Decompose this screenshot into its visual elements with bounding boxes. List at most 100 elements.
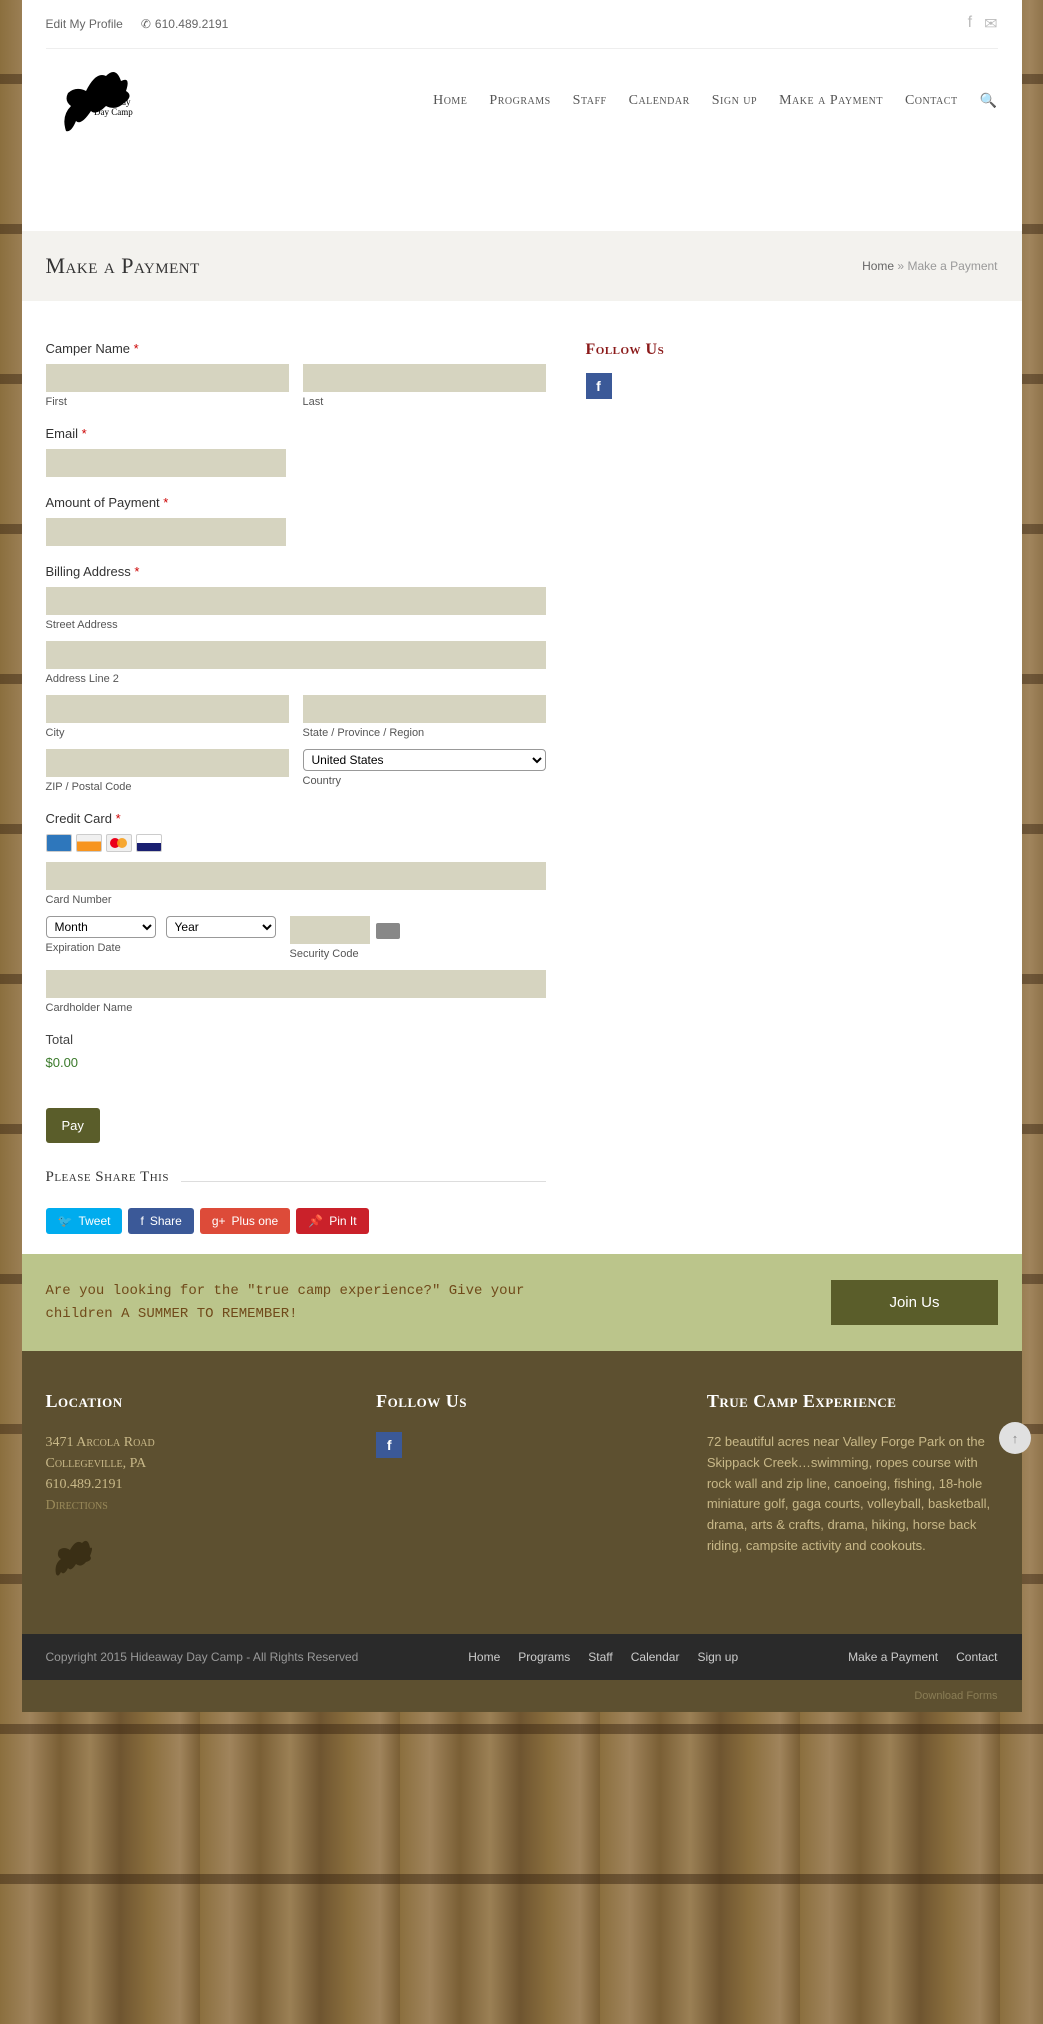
- nav-make-payment[interactable]: Make a Payment: [779, 93, 883, 109]
- scroll-top-button[interactable]: ↑: [999, 1422, 1031, 1454]
- footer-exp-title: True Camp Experience: [707, 1391, 998, 1412]
- facebook-icon[interactable]: f: [968, 14, 972, 34]
- card-number-input[interactable]: [46, 862, 546, 890]
- nav-home[interactable]: Home: [433, 93, 467, 109]
- footer-addr1: 3471 Arcola Road: [46, 1432, 337, 1453]
- nav-programs[interactable]: Programs: [489, 93, 550, 109]
- main-nav: Home Programs Staff Calendar Sign up Mak…: [433, 93, 997, 110]
- cc-label: Credit Card *: [46, 811, 546, 826]
- city-input[interactable]: [46, 695, 289, 723]
- payment-form: Camper Name * First Last Email *: [46, 341, 546, 1234]
- footer-logo: [46, 1534, 96, 1584]
- topbar: Edit My Profile 610.489.2191 f ✉: [46, 0, 998, 49]
- bottom-link-signup[interactable]: Sign up: [697, 1650, 738, 1664]
- nav-signup[interactable]: Sign up: [712, 93, 757, 109]
- visa-icon: [136, 834, 162, 852]
- copyright: Copyright 2015 Hideaway Day Camp - All R…: [46, 1650, 359, 1664]
- nav-calendar[interactable]: Calendar: [629, 93, 690, 109]
- state-sublabel: State / Province / Region: [303, 727, 546, 739]
- edit-profile-link[interactable]: Edit My Profile: [46, 17, 123, 31]
- line2-sublabel: Address Line 2: [46, 673, 546, 685]
- exp-sublabel: Expiration Date: [46, 942, 276, 954]
- camper-name-label: Camper Name *: [46, 341, 546, 356]
- bottom-link-calendar[interactable]: Calendar: [631, 1650, 680, 1664]
- email-input[interactable]: [46, 449, 286, 477]
- plusone-button[interactable]: g+ Plus one: [200, 1208, 290, 1234]
- svg-text:Day Camp: Day Camp: [94, 107, 133, 117]
- line2-input[interactable]: [46, 641, 546, 669]
- breadcrumb-home[interactable]: Home: [862, 259, 894, 273]
- header: Hideaway Day Camp Home Programs Staff Ca…: [22, 49, 1022, 231]
- bottom-bar: Copyright 2015 Hideaway Day Camp - All R…: [22, 1634, 1022, 1680]
- phone-number: 610.489.2191: [141, 17, 228, 31]
- svg-text:Hideaway: Hideaway: [94, 97, 131, 107]
- bottom-link-programs[interactable]: Programs: [518, 1650, 570, 1664]
- first-sublabel: First: [46, 396, 289, 408]
- footer-exp-text: 72 beautiful acres near Valley Forge Par…: [707, 1432, 998, 1557]
- exp-month-select[interactable]: Month: [46, 916, 156, 938]
- country-sublabel: Country: [303, 775, 546, 787]
- discover-icon: [76, 834, 102, 852]
- bottom-link-home[interactable]: Home: [468, 1650, 500, 1664]
- cta-bar: Are you looking for the "true camp exper…: [22, 1254, 1022, 1351]
- security-code-input[interactable]: [290, 916, 370, 944]
- billing-label: Billing Address *: [46, 564, 546, 579]
- sidebar: Follow Us f: [586, 341, 766, 1234]
- pay-button[interactable]: Pay: [46, 1108, 100, 1143]
- bottom-sub: Download Forms: [22, 1680, 1022, 1712]
- breadcrumb: Home » Make a Payment: [862, 259, 997, 273]
- cardholder-sublabel: Cardholder Name: [46, 1002, 546, 1014]
- join-us-button[interactable]: Join Us: [831, 1280, 997, 1325]
- search-icon[interactable]: 🔍: [980, 93, 998, 110]
- first-name-input[interactable]: [46, 364, 289, 392]
- cta-text: Are you looking for the "true camp exper…: [46, 1280, 586, 1325]
- street-sublabel: Street Address: [46, 619, 546, 631]
- last-sublabel: Last: [303, 396, 546, 408]
- tweet-button[interactable]: 🐦 Tweet: [46, 1208, 123, 1234]
- mastercard-icon: [106, 834, 132, 852]
- share-button[interactable]: f Share: [128, 1208, 193, 1234]
- sec-sublabel: Security Code: [290, 948, 400, 960]
- card-number-sublabel: Card Number: [46, 894, 546, 906]
- last-name-input[interactable]: [303, 364, 546, 392]
- cvv-icon: [376, 923, 400, 939]
- sidebar-follow-title: Follow Us: [586, 341, 766, 359]
- pinit-button[interactable]: 📌 Pin It: [296, 1208, 368, 1234]
- footer-addr2: Collegeville, PA: [46, 1453, 337, 1474]
- state-input[interactable]: [303, 695, 546, 723]
- amount-label: Amount of Payment *: [46, 495, 546, 510]
- bottom-links-right: Make a Payment Contact: [848, 1650, 997, 1664]
- country-select[interactable]: United States: [303, 749, 546, 771]
- nav-contact[interactable]: Contact: [905, 93, 958, 109]
- nav-staff[interactable]: Staff: [573, 93, 607, 109]
- share-title: Please Share This: [46, 1169, 169, 1194]
- zip-input[interactable]: [46, 749, 289, 777]
- footer-phone: 610.489.2191: [46, 1474, 337, 1495]
- card-icons: [46, 834, 546, 852]
- footer-directions-link[interactable]: Directions: [46, 1495, 337, 1516]
- page-title: Make a Payment: [46, 253, 200, 279]
- bottom-links-center: Home Programs Staff Calendar Sign up: [468, 1650, 738, 1664]
- sidebar-facebook-button[interactable]: f: [586, 373, 612, 399]
- zip-sublabel: ZIP / Postal Code: [46, 781, 289, 793]
- amount-input[interactable]: [46, 518, 286, 546]
- footer-location-title: Location: [46, 1391, 337, 1412]
- footer-facebook-button[interactable]: f: [376, 1432, 402, 1458]
- exp-year-select[interactable]: Year: [166, 916, 276, 938]
- cardholder-input[interactable]: [46, 970, 546, 998]
- bottom-link-payment[interactable]: Make a Payment: [848, 1650, 938, 1664]
- breadcrumb-current: Make a Payment: [907, 259, 997, 273]
- email-icon[interactable]: ✉: [984, 14, 997, 34]
- page-header: Make a Payment Home » Make a Payment: [22, 231, 1022, 301]
- amex-icon: [46, 834, 72, 852]
- footer: Location 3471 Arcola Road Collegeville, …: [22, 1351, 1022, 1634]
- street-input[interactable]: [46, 587, 546, 615]
- bottom-link-staff[interactable]: Staff: [588, 1650, 612, 1664]
- download-forms-link[interactable]: Download Forms: [914, 1690, 997, 1702]
- footer-follow-title: Follow Us: [376, 1391, 667, 1412]
- bottom-link-contact[interactable]: Contact: [956, 1650, 997, 1664]
- total-label: Total: [46, 1032, 546, 1047]
- email-label: Email *: [46, 426, 546, 441]
- logo[interactable]: Hideaway Day Camp: [46, 61, 146, 141]
- city-sublabel: City: [46, 727, 289, 739]
